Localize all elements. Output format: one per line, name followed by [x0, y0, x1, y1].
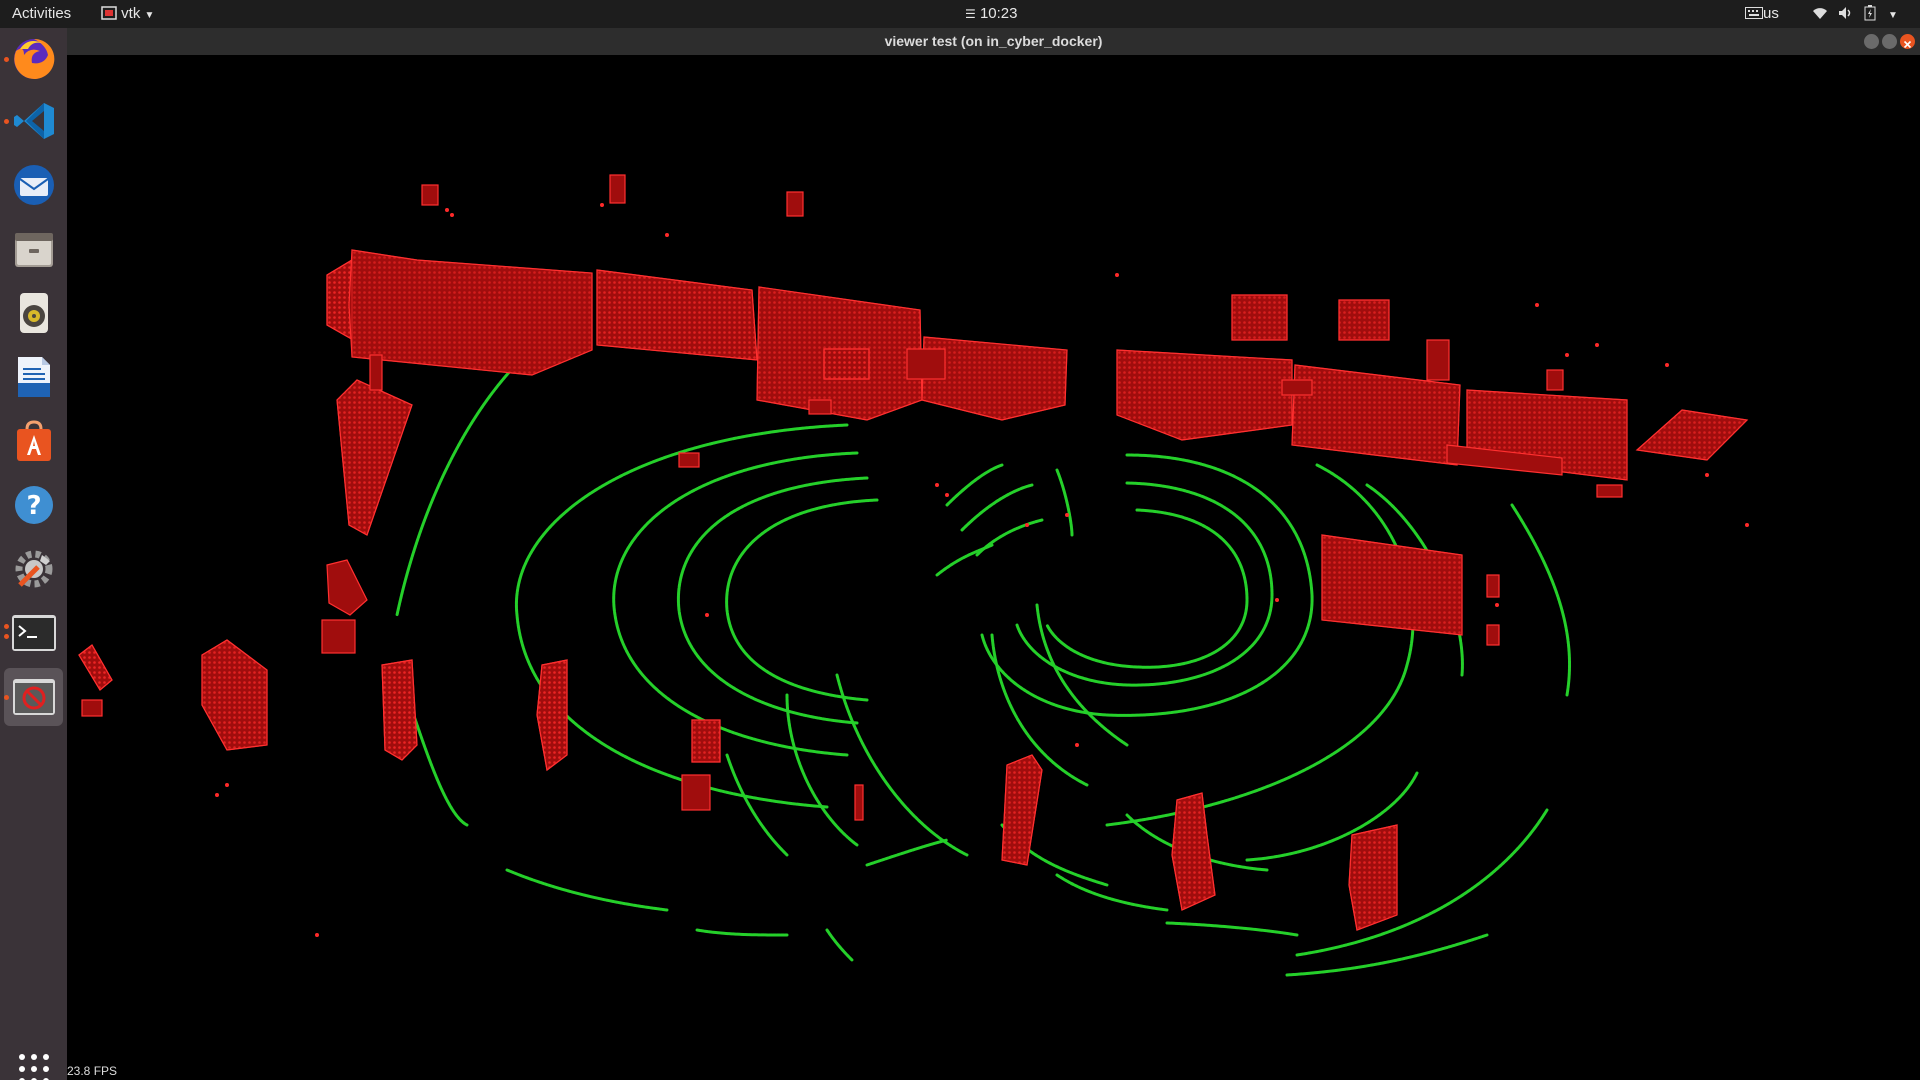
object-box	[678, 452, 700, 468]
running-indicator	[4, 57, 9, 62]
object-box	[1596, 484, 1623, 498]
object-box	[596, 269, 758, 361]
point-cloud-scene[interactable]	[67, 55, 1920, 1080]
object-box	[1116, 349, 1293, 441]
object-box	[1348, 824, 1398, 931]
vtk-icon	[12, 679, 55, 715]
object-box	[808, 399, 832, 415]
object-box	[854, 784, 864, 821]
grid-icon	[18, 1054, 49, 1080]
object-box	[1486, 574, 1500, 598]
keyboard-icon	[1745, 7, 1763, 19]
object-box	[1281, 379, 1313, 396]
object-box	[1486, 624, 1500, 646]
object-box	[906, 348, 946, 380]
object-box	[1546, 369, 1564, 391]
object-box	[691, 719, 721, 763]
dock-item-terminal[interactable]	[4, 604, 63, 662]
files-icon	[14, 233, 53, 267]
object-box	[609, 174, 626, 204]
terminal-icon	[11, 615, 56, 651]
svg-text:?: ?	[26, 491, 41, 521]
dock-item-help[interactable]: ?	[4, 476, 63, 534]
show-applications-button[interactable]	[4, 1044, 63, 1080]
object-box	[1321, 534, 1463, 636]
writer-icon	[17, 357, 50, 397]
running-indicator	[4, 119, 9, 124]
dock-item-thunderbird[interactable]	[4, 156, 63, 214]
dock-item-vtk[interactable]	[4, 668, 63, 726]
keyboard-layout[interactable]: us	[1745, 0, 1779, 28]
notification-icon: ☰	[965, 7, 976, 21]
running-indicator	[4, 624, 9, 629]
software-icon	[16, 420, 51, 461]
battery-icon[interactable]	[1864, 0, 1876, 28]
dock-item-vscode[interactable]	[4, 92, 63, 150]
vtk-app-icon	[101, 6, 117, 20]
vscode-icon	[13, 103, 54, 139]
object-box	[201, 639, 268, 751]
minimize-button[interactable]	[1864, 34, 1879, 49]
dock-item-rhythmbox[interactable]	[4, 284, 63, 342]
object-box	[336, 379, 413, 536]
object-box	[421, 184, 439, 206]
object-box	[786, 191, 804, 217]
running-indicator	[4, 695, 9, 700]
app-name: vtk	[121, 5, 141, 22]
dock-item-settings[interactable]	[4, 540, 63, 598]
dock-item-writer[interactable]	[4, 348, 63, 406]
render-viewport[interactable]	[67, 55, 1920, 1080]
activities-button[interactable]: Activities	[12, 0, 71, 28]
object-box	[348, 249, 593, 376]
dock-item-software[interactable]	[4, 412, 63, 470]
object-box	[1635, 409, 1749, 461]
object-box	[823, 348, 870, 380]
object-box	[1171, 792, 1216, 911]
help-icon: ?	[14, 486, 53, 524]
object-box	[1231, 294, 1288, 341]
object-box	[321, 619, 356, 654]
top-bar: Activities vtk ▼ ☰ 10:23 us ▼	[0, 0, 1920, 28]
running-indicator	[4, 634, 9, 639]
volume-icon[interactable]	[1838, 0, 1854, 28]
window-title: viewer test (on in_cyber_docker)	[884, 33, 1103, 49]
rhythmbox-icon	[19, 293, 48, 333]
object-box	[78, 644, 113, 691]
object-box	[681, 774, 711, 811]
object-box	[381, 659, 418, 761]
thunderbird-icon	[13, 165, 54, 205]
fps-counter: 23.8 FPS	[67, 1064, 118, 1078]
object-box	[536, 659, 568, 772]
app-menu[interactable]: vtk ▼	[101, 0, 154, 28]
settings-icon	[15, 550, 52, 588]
object-box	[326, 559, 368, 616]
dock-item-files[interactable]	[4, 220, 63, 278]
keyboard-layout-label: us	[1763, 5, 1779, 22]
object-box	[369, 354, 383, 391]
clock[interactable]: ☰ 10:23	[965, 0, 1017, 28]
chevron-down-icon: ▼	[144, 10, 155, 21]
system-menu-chevron-icon[interactable]: ▼	[1888, 0, 1898, 28]
dock-item-firefox[interactable]	[4, 30, 63, 88]
maximize-button[interactable]	[1882, 34, 1897, 49]
object-box	[81, 699, 103, 717]
window-titlebar[interactable]: viewer test (on in_cyber_docker)	[67, 28, 1920, 55]
clock-time: 10:23	[979, 5, 1018, 22]
wifi-icon[interactable]	[1812, 0, 1828, 28]
object-box	[1426, 339, 1450, 381]
object-box	[1338, 299, 1390, 341]
object-box	[1001, 754, 1043, 866]
close-button[interactable]	[1900, 34, 1915, 49]
close-icon	[1903, 40, 1912, 49]
firefox-icon	[13, 38, 54, 79]
dock: ?	[0, 28, 67, 1080]
